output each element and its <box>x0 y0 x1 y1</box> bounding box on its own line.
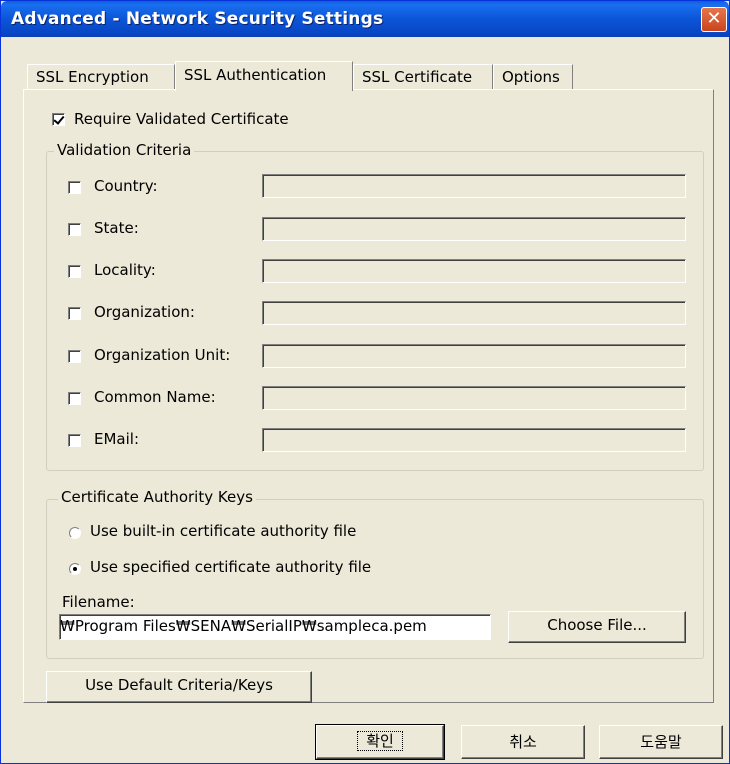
state-field[interactable] <box>262 217 686 241</box>
specified-ca-label: Use specified certificate authority file <box>90 558 372 576</box>
organization-unit-checkbox[interactable] <box>68 350 81 363</box>
validation-criteria-title: Validation Criteria <box>54 141 195 159</box>
use-default-criteria-button[interactable]: Use Default Criteria/Keys <box>46 671 312 703</box>
country-field[interactable] <box>262 174 686 198</box>
email-field[interactable] <box>262 428 686 452</box>
tab-ssl-encryption[interactable]: SSL Encryption <box>27 64 175 89</box>
common-name-label: Common Name: <box>94 388 216 406</box>
country-checkbox[interactable] <box>68 181 81 194</box>
organization-unit-label: Organization Unit: <box>94 346 231 364</box>
require-validated-label: Require Validated Certificate <box>74 110 289 128</box>
locality-label: Locality: <box>94 261 156 279</box>
builtin-ca-label: Use built-in certificate authority file <box>90 522 357 540</box>
dialog-window: Advanced - Network Security Settings ✕ S… <box>0 0 730 764</box>
organization-unit-field[interactable] <box>262 344 686 368</box>
choose-file-button[interactable]: Choose File... <box>508 611 686 643</box>
email-checkbox[interactable] <box>68 434 81 447</box>
filename-label: Filename: <box>62 593 135 611</box>
organization-checkbox[interactable] <box>68 307 81 320</box>
state-label: State: <box>94 219 139 237</box>
close-icon[interactable]: ✕ <box>701 7 727 32</box>
ca-keys-title: Certificate Authority Keys <box>58 488 256 506</box>
email-label: EMail: <box>94 430 139 448</box>
tab-panel: Require Validated Certificate Validation… <box>23 89 714 703</box>
require-validated-checkbox[interactable] <box>52 113 65 126</box>
locality-checkbox[interactable] <box>68 265 81 278</box>
state-checkbox[interactable] <box>68 223 81 236</box>
locality-field[interactable] <box>262 259 686 283</box>
tab-ssl-certificate[interactable]: SSL Certificate <box>353 64 493 89</box>
help-button[interactable]: 도움말 <box>599 725 723 759</box>
ok-button-label: 확인 <box>357 731 403 751</box>
country-label: Country: <box>94 177 158 195</box>
filename-input[interactable]: ₩Program Files₩SENA₩SerialIP₩sampleca.pe… <box>59 614 491 640</box>
organization-field[interactable] <box>262 301 686 325</box>
builtin-ca-radio[interactable] <box>69 527 81 539</box>
common-name-checkbox[interactable] <box>68 392 81 405</box>
cancel-button[interactable]: 취소 <box>461 725 585 759</box>
specified-ca-radio[interactable] <box>69 563 81 575</box>
title-bar[interactable]: Advanced - Network Security Settings ✕ <box>1 1 729 37</box>
window-title: Advanced - Network Security Settings <box>11 9 384 29</box>
common-name-field[interactable] <box>262 386 686 410</box>
tab-options[interactable]: Options <box>493 64 573 89</box>
tab-ssl-authentication[interactable]: SSL Authentication <box>175 61 353 91</box>
organization-label: Organization: <box>94 303 195 321</box>
ok-button[interactable]: 확인 <box>315 724 445 760</box>
